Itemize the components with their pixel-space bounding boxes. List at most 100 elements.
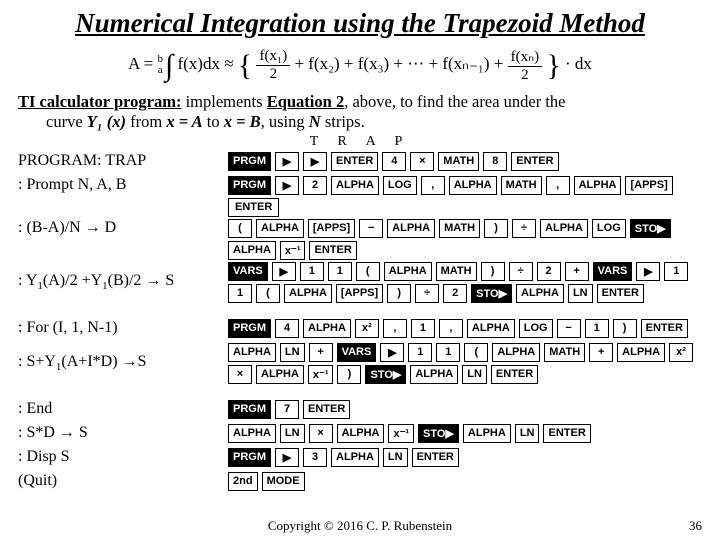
calc-key: ,: [439, 319, 463, 338]
program-row: : Y1(A)/2 +Y1(B)/2 → SVARS▶11(ALPHAMATH)…: [18, 262, 702, 303]
calc-key: 3: [303, 448, 327, 467]
calc-key: x⁻¹: [280, 241, 306, 260]
calc-key: LN: [462, 365, 487, 384]
calc-key: ÷: [415, 284, 439, 303]
program-row: : EndPRGM7ENTER: [18, 400, 702, 422]
calc-key: 2: [443, 284, 467, 303]
calc-key: ALPHA: [387, 219, 435, 238]
calc-key: 1: [328, 262, 352, 281]
key-sequence: PRGM▶▶ENTER4×MATH8ENTER: [228, 152, 702, 171]
calc-key: ▶: [380, 343, 404, 362]
calc-key: x²: [669, 343, 693, 362]
calc-key: 1: [436, 343, 460, 362]
key-sequence: 2ndMODE: [228, 472, 702, 491]
calc-key: 1: [585, 319, 609, 338]
calc-key: +: [309, 343, 333, 362]
calc-key: 4: [275, 319, 299, 338]
calc-key: [APPS]: [625, 176, 672, 195]
calc-key: −: [557, 319, 581, 338]
calc-key: ALPHA: [303, 319, 351, 338]
calc-key: VARS: [228, 262, 268, 281]
calc-key: LOG: [592, 219, 626, 238]
calc-key: x⁻¹: [308, 365, 334, 384]
code-text: : Y1(A)/2 +Y1(B)/2 → S: [18, 272, 228, 292]
calc-key: 1: [228, 284, 252, 303]
calc-key: 2nd: [228, 472, 258, 491]
program-rows: PROGRAM: TRAPPRGM▶▶ENTER4×MATH8ENTER: Pr…: [18, 152, 702, 494]
calc-key: ALPHA: [574, 176, 622, 195]
calc-key: ALPHA: [331, 448, 379, 467]
calc-key: ▶: [275, 176, 299, 195]
calc-key: ALPHA: [540, 219, 588, 238]
main-equation: A = ba∫ f(x)dx ≈ { f(x₁)2 + f(x₂) + f(x₃…: [18, 43, 702, 84]
calc-key: LN: [280, 424, 305, 443]
program-row: : S+Y1(A+I*D) →SALPHALN+VARS▶11(ALPHAMAT…: [18, 343, 702, 384]
calc-key: 8: [483, 152, 507, 171]
calc-key: −: [359, 219, 383, 238]
program-row: PROGRAM: TRAPPRGM▶▶ENTER4×MATH8ENTER: [18, 152, 702, 174]
calc-key: MATH: [439, 219, 480, 238]
calc-key: LOG: [519, 319, 553, 338]
code-text: (Quit): [18, 472, 228, 490]
key-sequence: PRGM4ALPHAx²,1,ALPHALOG−1)ENTER: [228, 319, 702, 338]
calc-key: ALPHA: [449, 176, 497, 195]
calc-key: ALPHA: [228, 343, 276, 362]
calc-key: MODE: [262, 472, 305, 491]
calc-key: ): [484, 219, 508, 238]
footer: Copyright © 2016 C. P. Rubenstein 36: [0, 518, 720, 534]
key-sequence: ALPHALN+VARS▶11(ALPHAMATH+ALPHAx²×ALPHAx…: [228, 343, 702, 384]
calc-key: LN: [568, 284, 593, 303]
calc-key: [APPS]: [336, 284, 383, 303]
calc-key: ENTER: [412, 448, 459, 467]
calc-key: ALPHA: [384, 262, 432, 281]
calc-key: ALPHA: [284, 284, 332, 303]
calc-key: 2: [537, 262, 561, 281]
calc-key: PRGM: [228, 152, 271, 171]
key-sequence: (ALPHA[APPS]−ALPHAMATH)÷ALPHALOGSTO▶ALPH…: [228, 219, 702, 260]
program-row: : For (I, 1, N-1)PRGM4ALPHAx²,1,ALPHALOG…: [18, 319, 702, 341]
calc-key: ALPHA: [228, 241, 276, 260]
calc-key: ,: [421, 176, 445, 195]
calc-key: ×: [410, 152, 434, 171]
calc-key: ▶: [275, 152, 299, 171]
calc-key: ENTER: [491, 365, 538, 384]
calc-key: MATH: [501, 176, 542, 195]
key-hint-letters: T R A P: [18, 134, 702, 150]
program-row: : (B-A)/N → D(ALPHA[APPS]−ALPHAMATH)÷ALP…: [18, 219, 702, 260]
intro-text: TI calculator program: implements Equati…: [18, 92, 702, 132]
calc-key: ▶: [303, 152, 327, 171]
calc-key: ENTER: [331, 152, 378, 171]
calc-key: (: [256, 284, 280, 303]
calc-key: ▶: [275, 448, 299, 467]
key-sequence: PRGM▶3ALPHALNENTER: [228, 448, 702, 467]
code-text: : Prompt N, A, B: [18, 176, 228, 194]
calc-key: LOG: [383, 176, 417, 195]
calc-key: PRGM: [228, 448, 271, 467]
slide-title: Numerical Integration using the Trapezoi…: [18, 8, 702, 39]
calc-key: MATH: [438, 152, 479, 171]
program-row: : S*D → SALPHALN×ALPHAx⁻¹STO▶ALPHALNENTE…: [18, 424, 702, 446]
key-sequence: PRGM▶2ALPHALOG,ALPHAMATH,ALPHA[APPS]ENTE…: [228, 176, 702, 217]
page-number: 36: [689, 518, 702, 534]
calc-key: PRGM: [228, 319, 271, 338]
calc-key: ALPHA: [256, 219, 304, 238]
calc-key: 2: [303, 176, 327, 195]
code-text: : Disp S: [18, 448, 228, 466]
calc-key: STO▶: [471, 284, 512, 303]
calc-key: LN: [515, 424, 540, 443]
calc-key: ALPHA: [492, 343, 540, 362]
calc-key: MATH: [544, 343, 585, 362]
calc-key: ALPHA: [617, 343, 665, 362]
calc-key: STO▶: [630, 219, 671, 238]
calc-key: MATH: [436, 262, 477, 281]
calc-key: ALPHA: [516, 284, 564, 303]
calc-key: STO▶: [365, 365, 406, 384]
calc-key: ,: [383, 319, 407, 338]
code-text: : (B-A)/N → D: [18, 219, 228, 237]
calc-key: ALPHA: [228, 424, 276, 443]
key-sequence: VARS▶11(ALPHAMATH)÷2+VARS▶11(ALPHA[APPS]…: [228, 262, 702, 303]
calc-key: (: [356, 262, 380, 281]
copyright: Copyright © 2016 C. P. Rubenstein: [0, 518, 720, 534]
calc-key: ▶: [636, 262, 660, 281]
calc-key: ): [337, 365, 361, 384]
